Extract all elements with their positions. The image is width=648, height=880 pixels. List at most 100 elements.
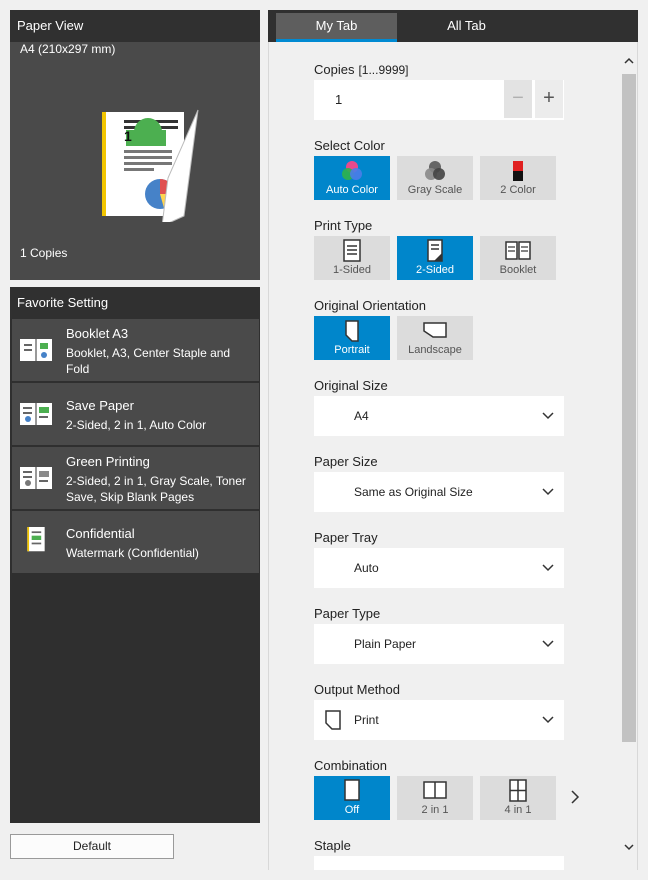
original-size-value: A4 bbox=[354, 409, 369, 423]
copies-count-label: 1 Copies bbox=[20, 246, 68, 260]
paper-preview-thumbnail: 1 bbox=[102, 109, 199, 222]
auto-color-label: Auto Color bbox=[326, 184, 378, 196]
chevron-down-icon bbox=[542, 716, 554, 724]
favorite-item-confidential[interactable]: Confidential Watermark (Confidential) bbox=[12, 511, 259, 573]
copies-decrement-button[interactable]: − bbox=[504, 80, 532, 118]
save-paper-icon bbox=[20, 403, 52, 425]
paper-tray-label: Paper Tray bbox=[314, 530, 378, 545]
chevron-right-icon[interactable] bbox=[568, 789, 582, 805]
combination-off-label: Off bbox=[344, 804, 360, 816]
one-sided-icon bbox=[343, 239, 361, 262]
combination-2in1-button[interactable]: 2 in 1 bbox=[397, 776, 473, 820]
off-icon bbox=[344, 779, 360, 801]
paper-size-value: Same as Original Size bbox=[354, 485, 473, 499]
booklet-button[interactable]: Booklet bbox=[480, 236, 556, 280]
favorite-item-desc: 2-Sided, 2 in 1, Auto Color bbox=[66, 418, 207, 432]
two-in-one-icon bbox=[423, 781, 447, 799]
favorite-setting-panel: Favorite Setting Booklet A3 Booklet, A3,… bbox=[10, 287, 260, 823]
staple-label: Staple bbox=[314, 838, 351, 853]
landscape-label: Landscape bbox=[408, 344, 462, 356]
combination-label: Combination bbox=[314, 758, 387, 773]
combination-4in1-label: 4 in 1 bbox=[504, 804, 532, 816]
combination-4in1-button[interactable]: 4 in 1 bbox=[480, 776, 556, 820]
paper-view-panel: Paper View A4 (210x297 mm) 1 1 Copies bbox=[10, 10, 260, 280]
print-type-label: Print Type bbox=[314, 218, 373, 233]
two-color-button[interactable]: 2 Color bbox=[480, 156, 556, 200]
paper-size-dropdown[interactable]: Same as Original Size bbox=[314, 472, 564, 512]
two-color-label: 2 Color bbox=[500, 184, 536, 196]
chevron-down-icon bbox=[542, 488, 554, 496]
auto-color-icon bbox=[342, 161, 362, 180]
favorite-setting-title: Favorite Setting bbox=[10, 287, 260, 319]
gray-scale-button[interactable]: Gray Scale bbox=[397, 156, 473, 200]
copies-label: Copies bbox=[314, 62, 355, 77]
paper-size-label: Paper Size bbox=[314, 454, 378, 469]
two-sided-icon bbox=[427, 239, 443, 262]
original-size-label: Original Size bbox=[314, 378, 388, 393]
favorite-item-name: Confidential bbox=[66, 526, 135, 541]
paper-tray-value: Auto bbox=[354, 561, 379, 575]
scroll-up-icon[interactable] bbox=[622, 54, 636, 68]
portrait-button[interactable]: Portrait bbox=[314, 316, 390, 360]
portrait-label: Portrait bbox=[334, 344, 370, 356]
gray-scale-icon bbox=[425, 161, 445, 180]
settings-panel: Copies [1...9999] 1 − + Select Color Auto… bbox=[268, 42, 638, 870]
tab-bar: My Tab All Tab bbox=[268, 10, 638, 42]
favorite-item-desc: Watermark (Confidential) bbox=[66, 546, 199, 560]
paper-view-title: Paper View bbox=[10, 10, 260, 42]
paper-size-label: A4 (210x297 mm) bbox=[20, 42, 116, 56]
booklet-a3-icon bbox=[20, 339, 52, 361]
copies-section-label: Copies [1...9999] bbox=[314, 62, 409, 77]
landscape-icon bbox=[423, 322, 447, 338]
tab-my-tab[interactable]: My Tab bbox=[276, 13, 397, 42]
one-sided-label: 1-Sided bbox=[333, 264, 371, 276]
two-sided-label: 2-Sided bbox=[416, 264, 454, 276]
green-printing-icon bbox=[20, 467, 52, 489]
paper-type-dropdown[interactable]: Plain Paper bbox=[314, 624, 564, 664]
chevron-down-icon bbox=[542, 412, 554, 420]
favorite-item-desc: Booklet, A3, Center Staple and Fold bbox=[66, 346, 231, 376]
two-color-icon bbox=[513, 161, 523, 181]
original-size-dropdown[interactable]: A4 bbox=[314, 396, 564, 436]
portrait-icon bbox=[345, 320, 359, 342]
landscape-button[interactable]: Landscape bbox=[397, 316, 473, 360]
output-method-value: Print bbox=[354, 713, 379, 727]
favorite-item-green-printing[interactable]: Green Printing 2-Sided, 2 in 1, Gray Sca… bbox=[12, 447, 259, 509]
favorite-item-name: Green Printing bbox=[66, 454, 150, 469]
gray-scale-label: Gray Scale bbox=[407, 184, 463, 196]
favorite-item-booklet-a3[interactable]: Booklet A3 Booklet, A3, Center Staple an… bbox=[12, 319, 259, 381]
copies-stepper: 1 − + bbox=[314, 80, 564, 120]
default-button[interactable]: Default bbox=[10, 834, 174, 859]
original-orientation-label: Original Orientation bbox=[314, 298, 426, 313]
copies-input[interactable]: 1 bbox=[335, 92, 342, 107]
preview-page-number: 1 bbox=[124, 128, 132, 144]
chevron-down-icon bbox=[542, 640, 554, 648]
favorite-item-desc: 2-Sided, 2 in 1, Gray Scale, Toner Save,… bbox=[66, 474, 246, 504]
paper-type-value: Plain Paper bbox=[354, 637, 417, 651]
favorite-item-save-paper[interactable]: Save Paper 2-Sided, 2 in 1, Auto Color bbox=[12, 383, 259, 445]
scrollbar-thumb[interactable] bbox=[622, 74, 636, 742]
auto-color-button[interactable]: Auto Color bbox=[314, 156, 390, 200]
tab-all-tab[interactable]: All Tab bbox=[404, 13, 529, 42]
settings-scrollbar[interactable] bbox=[620, 42, 637, 870]
confidential-icon bbox=[27, 527, 45, 552]
favorite-item-name: Save Paper bbox=[66, 398, 134, 413]
output-method-label: Output Method bbox=[314, 682, 400, 697]
combination-off-button[interactable]: Off bbox=[314, 776, 390, 820]
one-sided-button[interactable]: 1-Sided bbox=[314, 236, 390, 280]
output-method-dropdown[interactable]: Print bbox=[314, 700, 564, 740]
paper-type-label: Paper Type bbox=[314, 606, 381, 621]
select-color-label: Select Color bbox=[314, 138, 385, 153]
copies-increment-button[interactable]: + bbox=[535, 80, 563, 118]
scroll-down-icon[interactable] bbox=[622, 840, 636, 854]
favorite-item-name: Booklet A3 bbox=[66, 326, 129, 341]
staple-dropdown[interactable] bbox=[314, 856, 564, 870]
combination-2in1-label: 2 in 1 bbox=[421, 804, 449, 816]
booklet-label: Booklet bbox=[499, 264, 537, 276]
two-sided-button[interactable]: 2-Sided bbox=[397, 236, 473, 280]
paper-tray-dropdown[interactable]: Auto bbox=[314, 548, 564, 588]
copies-range: [1...9999] bbox=[358, 63, 409, 77]
print-document-icon bbox=[325, 710, 341, 730]
booklet-icon bbox=[505, 241, 531, 260]
four-in-one-icon bbox=[509, 779, 527, 802]
